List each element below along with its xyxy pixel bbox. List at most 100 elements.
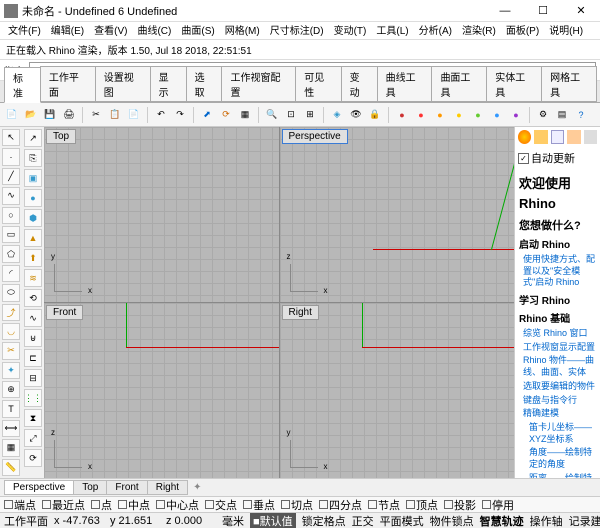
menu-edit[interactable]: 编辑(E)	[47, 22, 88, 39]
group-icon[interactable]: ▦	[237, 107, 253, 123]
extend-icon[interactable]: ⤴	[2, 304, 20, 321]
status-ortho[interactable]: 正交	[352, 513, 374, 528]
menu-tools[interactable]: 工具(L)	[372, 22, 412, 39]
tab-viewport[interactable]: 工作视窗配置	[221, 66, 296, 102]
copy-icon[interactable]: 📋	[107, 107, 123, 123]
tab-curvetools[interactable]: 曲线工具	[377, 66, 433, 102]
tab-cplane[interactable]: 工作平面	[40, 66, 96, 102]
tab-standard[interactable]: 标准	[4, 67, 41, 103]
menu-surface[interactable]: 曲面(S)	[177, 22, 218, 39]
join-icon[interactable]: ⊕	[2, 381, 20, 398]
menu-render[interactable]: 渲染(R)	[458, 22, 500, 39]
menu-panels[interactable]: 面板(P)	[502, 22, 543, 39]
material-blue-icon[interactable]: ●	[489, 107, 505, 123]
save-icon[interactable]: 💾	[42, 107, 58, 123]
curve-icon[interactable]: ∿	[2, 187, 20, 204]
zoom-icon[interactable]: 🔍	[264, 107, 280, 123]
status-gumball[interactable]: 操作轴	[530, 513, 563, 528]
undo-icon[interactable]: ↶	[153, 107, 169, 123]
menu-help[interactable]: 说明(H)	[545, 22, 587, 39]
cylinder-icon[interactable]: ⬢	[24, 209, 42, 227]
menu-curve[interactable]: 曲线(C)	[133, 22, 175, 39]
link-overview[interactable]: 综览 Rhino 窗口	[523, 328, 596, 340]
vtab-right[interactable]: Right	[147, 480, 188, 495]
vtab-perspective[interactable]: Perspective	[4, 480, 74, 495]
rotate3d-icon[interactable]: ⟳	[24, 449, 42, 467]
material-orange-icon[interactable]: ●	[432, 107, 448, 123]
minimize-button[interactable]: —	[490, 2, 520, 20]
link-precise[interactable]: 精确建模	[523, 408, 596, 420]
layers-icon[interactable]: ◈	[329, 107, 345, 123]
material-green-icon[interactable]: ●	[470, 107, 486, 123]
osnap-perp[interactable]: 垂点	[243, 497, 275, 513]
zoom-selected-icon[interactable]: ⊞	[302, 107, 318, 123]
material-yellow-icon[interactable]: ●	[451, 107, 467, 123]
link-objects[interactable]: Rhino 物件——曲线、曲面、实体	[523, 355, 596, 378]
tab-setview[interactable]: 设置视图	[95, 66, 151, 102]
panel-help-icon[interactable]	[551, 130, 564, 144]
open-icon[interactable]: 📂	[23, 107, 39, 123]
text-icon[interactable]: T	[2, 400, 20, 417]
osnap-point[interactable]: 点	[91, 497, 112, 513]
start-link[interactable]: 使用快捷方式、配置以及"安全模式"启动 Rhino	[523, 254, 596, 289]
fillet-icon[interactable]: ◡	[2, 323, 20, 340]
status-units[interactable]: 毫米	[222, 513, 244, 528]
boolean-icon[interactable]: ⊎	[24, 329, 42, 347]
material-red-icon[interactable]: ●	[413, 107, 429, 123]
sphere-icon[interactable]: ●	[24, 189, 42, 207]
hide-icon[interactable]: 👁	[348, 107, 364, 123]
arc-icon[interactable]: ◜	[2, 265, 20, 282]
osnap-project[interactable]: 投影	[444, 497, 476, 513]
status-osnap[interactable]: 物件锁点	[430, 513, 474, 528]
osnap-near[interactable]: 最近点	[42, 497, 85, 513]
vtab-add[interactable]: ✦	[187, 481, 207, 494]
viewport-top-label[interactable]: Top	[46, 129, 76, 144]
viewport-front-label[interactable]: Front	[46, 305, 83, 320]
copy3d-icon[interactable]: ⎘	[24, 149, 42, 167]
status-smarttrack[interactable]: 智慧轨迹	[480, 513, 524, 528]
menu-view[interactable]: 查看(V)	[90, 22, 131, 39]
render-icon[interactable]: ●	[394, 107, 410, 123]
link-viewport[interactable]: 工作视窗显示配置	[523, 342, 596, 354]
sublink-angle[interactable]: 角度——绘制特定的角度	[529, 447, 596, 470]
split-icon[interactable]: ⊟	[24, 369, 42, 387]
tab-surfacetools[interactable]: 曲面工具	[431, 66, 487, 102]
point-icon[interactable]: ·	[2, 148, 20, 165]
print-icon[interactable]: 🖨	[61, 107, 77, 123]
osnap-quad[interactable]: 四分点	[319, 497, 362, 513]
tab-meshtools[interactable]: 网格工具	[541, 66, 597, 102]
viewport-front[interactable]: Front xz	[44, 303, 279, 478]
vtab-top[interactable]: Top	[73, 480, 107, 495]
menu-transform[interactable]: 变动(T)	[330, 22, 371, 39]
options-icon[interactable]: ⚙	[535, 107, 551, 123]
tab-display[interactable]: 显示	[150, 66, 187, 102]
ellipse-icon[interactable]: ⬭	[2, 284, 20, 301]
rotate-icon[interactable]: ⟳	[218, 107, 234, 123]
extrude-icon[interactable]: ⬆	[24, 249, 42, 267]
menu-dimension[interactable]: 尺寸标注(D)	[266, 22, 328, 39]
sweep-icon[interactable]: ∿	[24, 309, 42, 327]
panel-prop-icon[interactable]	[584, 130, 597, 144]
menu-analyze[interactable]: 分析(A)	[415, 22, 456, 39]
status-layer[interactable]: ■默认值	[250, 513, 296, 528]
zoom-extents-icon[interactable]: ⊡	[283, 107, 299, 123]
status-history[interactable]: 记录建构历史	[569, 513, 600, 528]
panel-render-icon[interactable]	[518, 130, 531, 144]
vtab-front[interactable]: Front	[106, 480, 147, 495]
revolve-icon[interactable]: ⟲	[24, 289, 42, 307]
osnap-cen[interactable]: 中心点	[156, 497, 199, 513]
viewport-persp-label[interactable]: Perspective	[282, 129, 348, 144]
close-button[interactable]: ✕	[566, 2, 596, 20]
sublink-cartesian[interactable]: 笛卡儿坐标——XYZ坐标系	[529, 422, 596, 445]
maximize-button[interactable]: ☐	[528, 2, 558, 20]
osnap-vertex[interactable]: 顶点	[406, 497, 438, 513]
status-grid[interactable]: 锁定格点	[302, 513, 346, 528]
cone-icon[interactable]: ▲	[24, 229, 42, 247]
redo-icon[interactable]: ↷	[172, 107, 188, 123]
move3d-icon[interactable]: ↗	[24, 129, 42, 147]
auto-update-checkbox[interactable]: ✓	[518, 153, 529, 164]
line-icon[interactable]: ╱	[2, 168, 20, 185]
link-select[interactable]: 选取要编辑的物件	[523, 381, 596, 393]
viewport-right-label[interactable]: Right	[282, 305, 319, 320]
menu-mesh[interactable]: 网格(M)	[221, 22, 264, 39]
